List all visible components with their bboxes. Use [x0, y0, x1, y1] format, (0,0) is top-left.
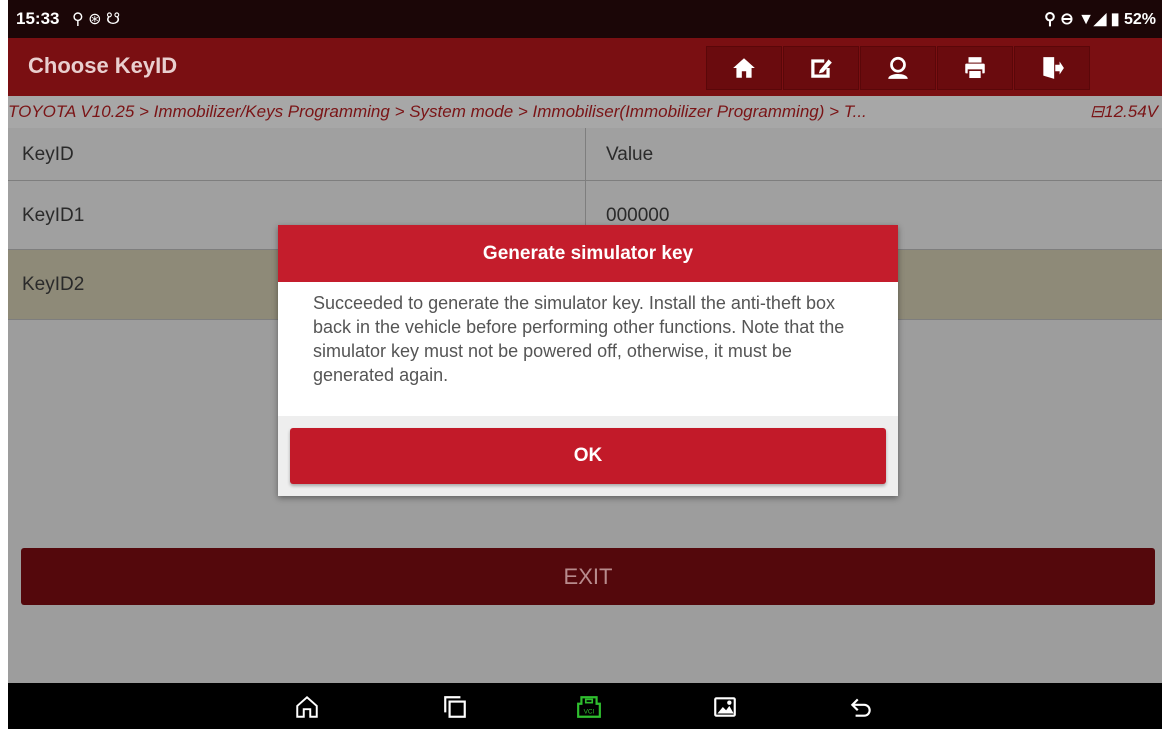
nav-back-button[interactable] — [846, 692, 876, 722]
table-header: KeyID Value — [8, 128, 1162, 181]
page-title: Choose KeyID — [28, 53, 178, 78]
battery-level: 52% — [1123, 11, 1156, 28]
user-button[interactable] — [860, 46, 936, 90]
status-time: 15:33 — [16, 9, 60, 28]
svg-text:VCI: VCI — [584, 709, 595, 716]
home-button[interactable] — [706, 46, 782, 90]
vci-icon: VCI — [577, 696, 601, 718]
user-icon — [888, 56, 908, 79]
voltage-value: 12.54V — [1104, 102, 1158, 121]
app-bar: Choose KeyID — [8, 38, 1162, 96]
generate-simulator-key-dialog: Generate simulator key Succeeded to gene… — [278, 225, 898, 496]
home-icon — [733, 58, 755, 78]
edit-icon — [811, 59, 832, 78]
nav-home-button[interactable] — [292, 692, 322, 722]
exit-door-icon — [1043, 57, 1064, 79]
breadcrumb-path: TOYOTA V10.25 > Immobilizer/Keys Program… — [8, 102, 867, 121]
recent-apps-icon — [444, 696, 466, 718]
dialog-title: Generate simulator key — [278, 225, 898, 282]
home-icon — [296, 695, 318, 718]
print-button[interactable] — [937, 46, 1013, 90]
battery-icon: ▮ — [1110, 11, 1120, 28]
screen: 15:33 ⚲ ⊛ ☋ ⚲ ⊖ ▼◢ ▮ 52% Choose KeyID TO… — [8, 0, 1162, 729]
gallery-icon — [714, 697, 736, 717]
battery-voltage: ⊟12.54V — [1090, 102, 1158, 122]
ok-button[interactable]: OK — [290, 428, 886, 484]
status-bar: 15:33 ⚲ ⊛ ☋ ⚲ ⊖ ▼◢ ▮ 52% — [8, 0, 1162, 38]
nav-vci-button[interactable]: VCI — [574, 692, 604, 722]
print-icon — [965, 57, 985, 80]
nav-recent-apps-button[interactable] — [440, 692, 470, 722]
car-battery-icon: ⊟ — [1089, 102, 1105, 121]
status-right-icons: ⚲ ⊖ ▼◢ — [1044, 11, 1107, 28]
header-keyid: KeyID — [22, 144, 74, 165]
exit-button[interactable]: EXIT — [21, 548, 1155, 605]
row1-value: 000000 — [606, 205, 670, 226]
edit-button[interactable] — [783, 46, 859, 90]
status-left-icons: ⚲ ⊛ ☋ — [72, 11, 121, 28]
nav-gallery-button[interactable] — [710, 692, 740, 722]
back-icon — [850, 698, 871, 717]
dialog-message: Succeeded to generate the simulator key.… — [313, 293, 845, 385]
exit-door-button[interactable] — [1014, 46, 1090, 90]
header-cell-keyid: KeyID — [8, 128, 586, 180]
header-cell-value: Value — [586, 128, 1162, 180]
navigation-bar: VCI — [8, 683, 1162, 729]
row2-key: KeyID2 — [22, 274, 85, 295]
breadcrumb: TOYOTA V10.25 > Immobilizer/Keys Program… — [8, 96, 1162, 128]
row1-key: KeyID1 — [22, 205, 85, 226]
header-value: Value — [606, 144, 654, 165]
status-right: ⚲ ⊖ ▼◢ ▮ 52% — [1044, 9, 1156, 29]
